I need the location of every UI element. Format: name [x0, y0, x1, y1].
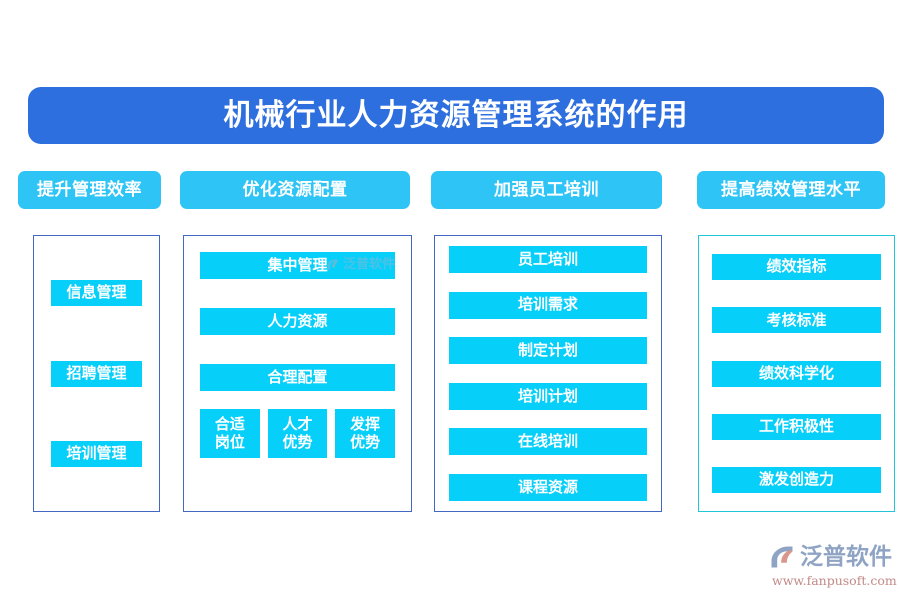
- tag-item: 合理配置: [200, 364, 395, 391]
- category-header-4-label: 提高绩效管理水平: [721, 179, 861, 200]
- brand-url: www.fanpusoft.com: [772, 573, 897, 588]
- category-header-1: 提升管理效率: [18, 171, 161, 209]
- category-header-3-label: 加强员工培训: [494, 179, 599, 200]
- tag-item: 招聘管理: [51, 360, 142, 387]
- sub-tag-item: 人才 优势: [267, 409, 328, 458]
- tag-item: 课程资源: [449, 473, 647, 501]
- sub-tag-item: 发挥 优势: [335, 409, 396, 458]
- sub-tag-line-1: 人才: [282, 415, 313, 434]
- category-header-2-label: 优化资源配置: [242, 179, 348, 200]
- tag-item: 培训需求: [449, 291, 647, 319]
- diagram-canvas: 机械行业人力资源管理系统的作用 提升管理效率 优化资源配置 加强员工培训 提高绩…: [0, 0, 900, 600]
- tag-item: 员工培训: [449, 246, 647, 273]
- category-header-1-label: 提升管理效率: [37, 179, 142, 200]
- sub-tag-line-2: 优势: [350, 432, 381, 451]
- tag-item: 信息管理: [51, 280, 142, 306]
- sub-tag-line-2: 岗位: [214, 432, 245, 451]
- tag-item: 激发创造力: [712, 467, 881, 493]
- category-header-3: 加强员工培训: [431, 171, 662, 209]
- tag-item: 人力资源: [200, 308, 395, 335]
- tag-item: 绩效科学化: [712, 360, 881, 387]
- category-panel-2: 集中管理 人力资源 合理配置 合适 岗位 人才 优势 发挥 优势: [183, 235, 412, 512]
- sub-tag-row: 合适 岗位 人才 优势 发挥 优势: [200, 409, 396, 458]
- brand-logo-row: 泛普软件: [768, 542, 894, 572]
- brand-mark-icon: [768, 543, 796, 571]
- category-panel-1-body: 信息管理 招聘管理 培训管理: [34, 236, 159, 511]
- category-panel-2-body: 集中管理 人力资源 合理配置 合适 岗位 人才 优势 发挥 优势: [184, 236, 411, 511]
- sub-tag-item: 合适 岗位: [200, 409, 260, 458]
- sub-tag-line-1: 合适: [214, 415, 245, 434]
- category-panel-3-body: 员工培训 培训需求 制定计划 培训计划 在线培训 课程资源: [435, 236, 661, 511]
- category-panel-1: 信息管理 招聘管理 培训管理: [33, 235, 160, 512]
- tag-item: 培训管理: [51, 441, 142, 467]
- tag-item: 绩效指标: [712, 254, 881, 280]
- tag-item: 培训计划: [449, 382, 647, 410]
- tag-item: 考核标准: [712, 307, 881, 334]
- category-panel-4: 绩效指标 考核标准 绩效科学化 工作积极性 激发创造力: [698, 235, 895, 512]
- tag-item: 制定计划: [449, 337, 647, 365]
- sub-tag-line-2: 优势: [282, 432, 313, 451]
- category-header-2: 优化资源配置: [180, 171, 410, 209]
- page-title: 机械行业人力资源管理系统的作用: [223, 97, 689, 133]
- tag-item: 在线培训: [449, 428, 647, 456]
- category-panel-3: 员工培训 培训需求 制定计划 培训计划 在线培训 课程资源: [434, 235, 662, 512]
- brand-logo: 泛普软件 www.fanpusoft.com: [768, 542, 897, 590]
- tag-item: 工作积极性: [712, 413, 881, 440]
- brand-name: 泛普软件: [800, 543, 892, 570]
- category-panel-4-body: 绩效指标 考核标准 绩效科学化 工作积极性 激发创造力: [699, 236, 894, 511]
- tag-item: 集中管理: [200, 252, 395, 279]
- diagram-title-banner: 机械行业人力资源管理系统的作用: [28, 87, 884, 144]
- sub-tag-line-1: 发挥: [350, 415, 381, 434]
- category-header-4: 提高绩效管理水平: [697, 171, 885, 209]
